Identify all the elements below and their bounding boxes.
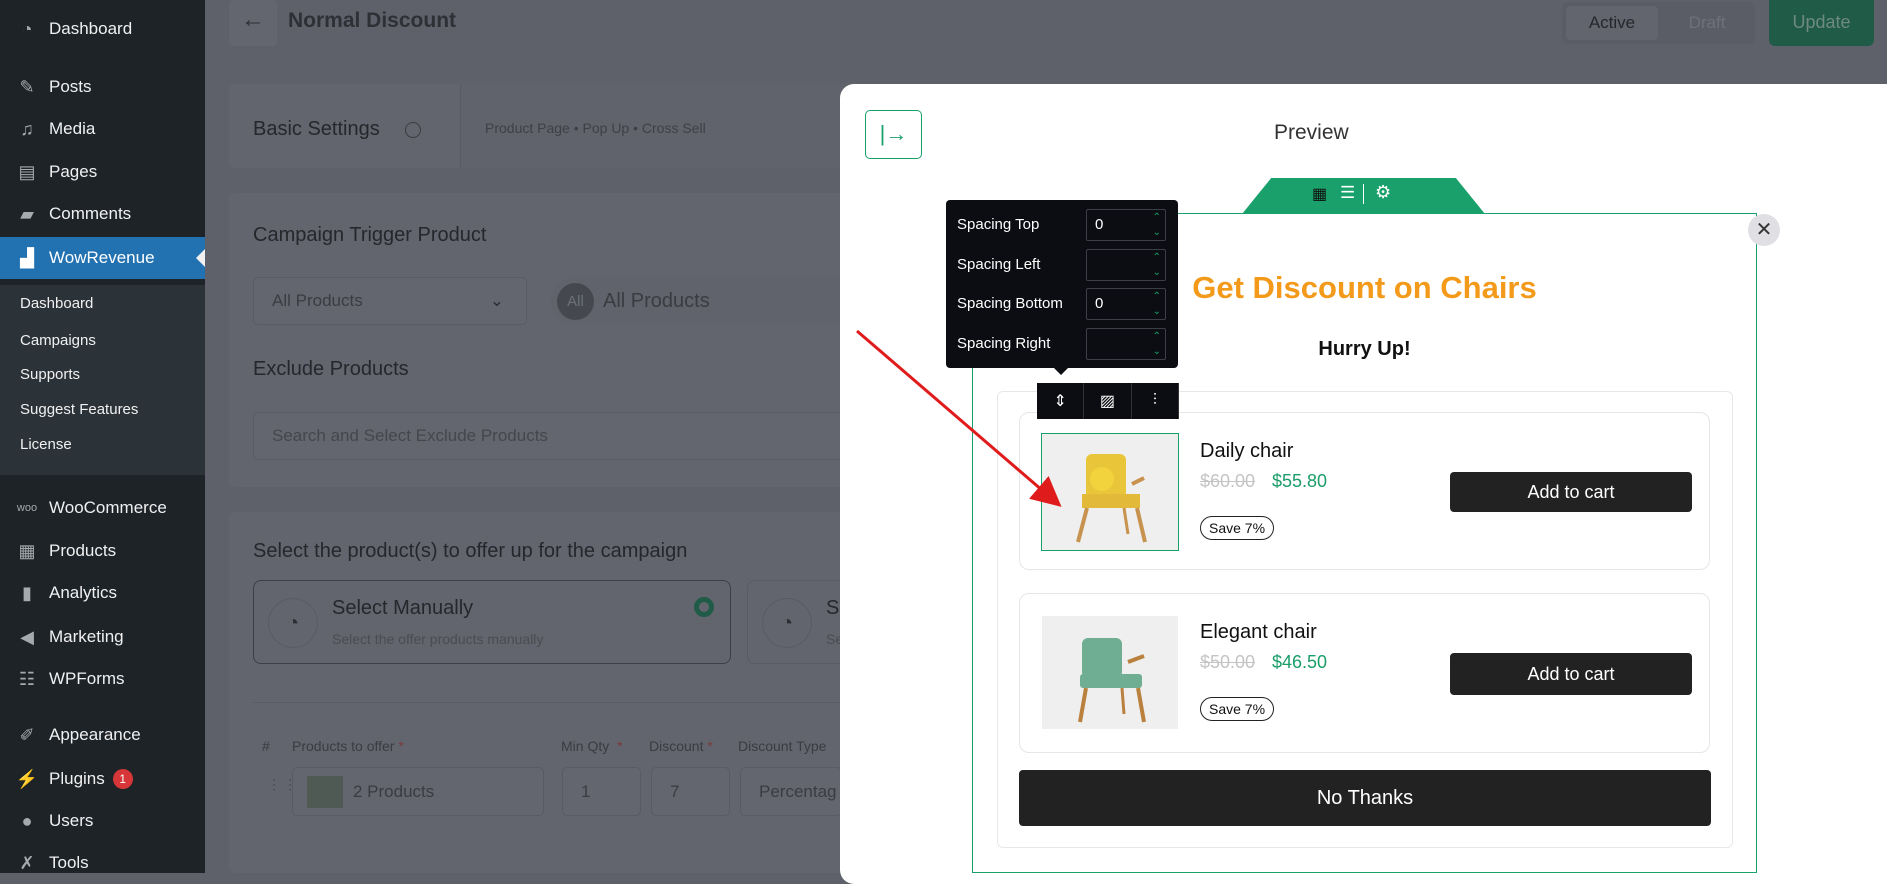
annotation-arrow bbox=[856, 329, 1062, 507]
red-arrow bbox=[856, 329, 1062, 507]
